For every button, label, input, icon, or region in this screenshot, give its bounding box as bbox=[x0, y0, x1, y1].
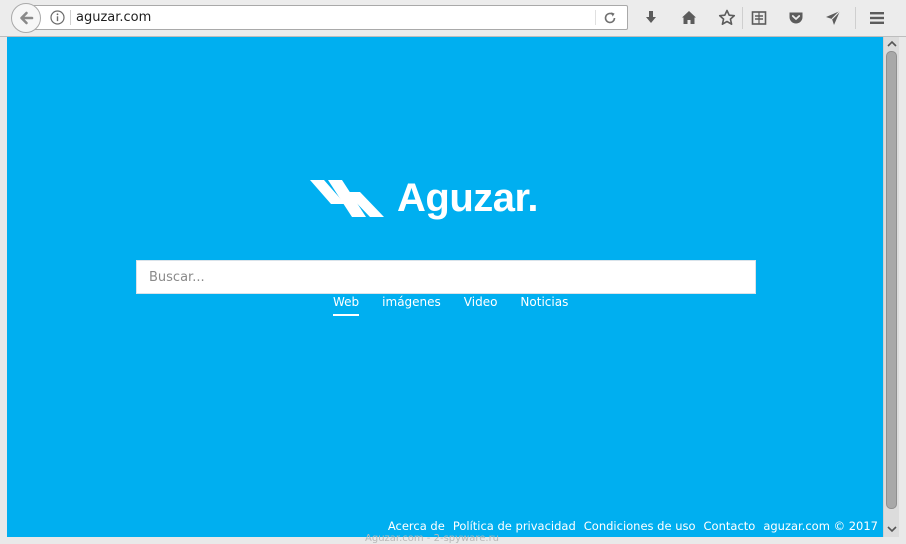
scroll-down-arrow-icon[interactable] bbox=[887, 525, 897, 533]
search-tabs: Web imágenes Video Noticias bbox=[333, 294, 591, 316]
footer-link-contact[interactable]: Contacto bbox=[704, 518, 756, 534]
scrollbar-thumb[interactable] bbox=[886, 51, 897, 509]
toolbar-separator bbox=[742, 7, 743, 29]
aguzar-logo-mark-icon bbox=[310, 180, 384, 217]
browser-toolbar: aguzar.com bbox=[0, 0, 906, 37]
reading-list-icon[interactable] bbox=[749, 8, 769, 28]
reload-icon[interactable] bbox=[602, 10, 618, 26]
footer-link-terms[interactable]: Condiciones de uso bbox=[584, 518, 696, 534]
vertical-scrollbar[interactable] bbox=[883, 37, 899, 537]
tab-video[interactable]: Video bbox=[464, 294, 498, 316]
url-text[interactable]: aguzar.com bbox=[76, 9, 151, 26]
scroll-up-arrow-icon[interactable] bbox=[887, 40, 897, 48]
home-icon[interactable] bbox=[679, 8, 699, 28]
info-icon[interactable] bbox=[50, 10, 65, 25]
back-button[interactable] bbox=[11, 3, 41, 33]
footer-copyright: aguzar.com © 2017 bbox=[763, 519, 878, 533]
pocket-icon[interactable] bbox=[786, 8, 806, 28]
page-viewport: Aguzar. Web imágenes Video Noticias Acer… bbox=[7, 37, 883, 537]
bookmark-star-icon[interactable] bbox=[717, 8, 737, 28]
aguzar-logo: Aguzar. bbox=[310, 176, 550, 226]
search-input[interactable] bbox=[136, 260, 756, 294]
watermark-text: Aguzar.com - 2-spyware.ru bbox=[365, 533, 500, 544]
url-separator-right bbox=[595, 10, 596, 25]
window-right-edge bbox=[899, 37, 906, 544]
page-footer: Acerca de Política de privacidad Condici… bbox=[380, 518, 878, 534]
url-separator bbox=[70, 10, 71, 25]
footer-link-privacy[interactable]: Política de privacidad bbox=[453, 518, 576, 534]
toolbar-separator bbox=[855, 7, 856, 29]
tab-web[interactable]: Web bbox=[333, 294, 360, 316]
brand-name: Aguzar. bbox=[397, 176, 538, 220]
tab-news[interactable]: Noticias bbox=[520, 294, 568, 316]
window-left-edge bbox=[0, 37, 7, 544]
download-icon[interactable] bbox=[641, 8, 661, 28]
back-arrow-icon bbox=[20, 11, 34, 25]
footer-link-about[interactable]: Acerca de bbox=[388, 518, 445, 534]
tab-images[interactable]: imágenes bbox=[382, 294, 441, 316]
menu-hamburger-icon[interactable] bbox=[867, 8, 887, 28]
url-bar[interactable]: aguzar.com bbox=[34, 5, 628, 30]
send-tab-icon[interactable] bbox=[823, 8, 843, 28]
